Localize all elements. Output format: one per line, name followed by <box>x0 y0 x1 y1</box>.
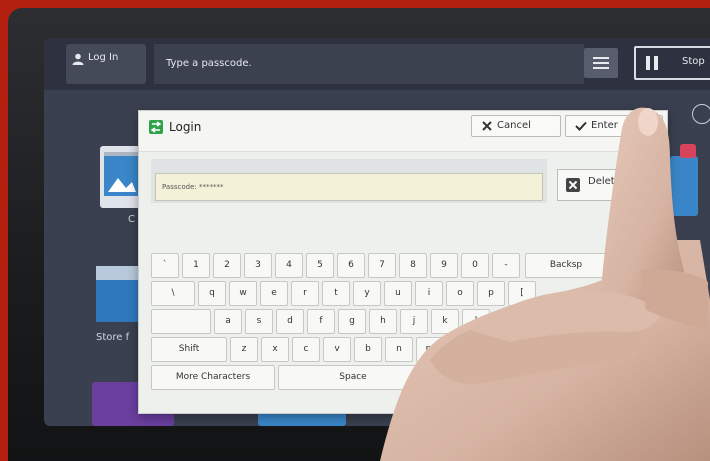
delete-text-button[interactable]: Delete T <box>557 169 667 201</box>
login-status-label: Log In <box>88 52 119 63</box>
lock-badge <box>680 144 696 158</box>
key-k[interactable]: k <box>431 309 459 334</box>
key-4[interactable]: 4 <box>275 253 303 278</box>
language-globe-icon[interactable] <box>692 104 710 124</box>
key-u[interactable]: u <box>384 281 412 306</box>
passcode-area: Passcode: ******* <box>151 159 547 203</box>
more-characters-key[interactable]: More Characters <box>151 365 275 390</box>
enter-label: Enter <box>591 120 618 131</box>
key-3[interactable]: 3 <box>244 253 272 278</box>
key-p[interactable]: p <box>477 281 505 306</box>
stop-button[interactable]: Stop <box>634 46 710 80</box>
menu-button[interactable] <box>584 48 618 78</box>
menu-icon-line <box>593 62 609 64</box>
key-f[interactable]: f <box>307 309 335 334</box>
login-status-button[interactable]: Log In <box>66 44 146 84</box>
photo-stage: Log In Type a passcode. Stop C Store f L… <box>0 0 710 461</box>
printer-panel: Log In Type a passcode. Stop C Store f L… <box>8 8 710 461</box>
key-s[interactable]: s <box>245 309 273 334</box>
key-backspace[interactable]: Backsp <box>525 253 607 278</box>
key-a[interactable]: a <box>214 309 242 334</box>
passcode-field[interactable]: Passcode: ******* <box>155 173 543 201</box>
key-shift[interactable]: Shift <box>151 337 227 362</box>
key-w[interactable]: w <box>229 281 257 306</box>
dialog-header: Login Cancel Enter <box>139 111 667 152</box>
key-9[interactable]: 9 <box>430 253 458 278</box>
pause-icon <box>646 56 660 70</box>
checkmark-icon <box>575 121 587 131</box>
key-j[interactable]: j <box>400 309 428 334</box>
key-b[interactable]: b <box>354 337 382 362</box>
key-bracket[interactable]: [ <box>508 281 536 306</box>
key-x[interactable]: x <box>261 337 289 362</box>
key-1[interactable]: 1 <box>182 253 210 278</box>
cancel-button[interactable]: Cancel <box>471 115 561 137</box>
copy-tile-label: C <box>128 214 135 225</box>
login-dialog: Login Cancel Enter Passcode: ******* Del… <box>138 110 668 414</box>
top-bar: Log In Type a passcode. Stop <box>44 38 710 90</box>
dialog-title: Login <box>169 120 202 134</box>
on-screen-keyboard: ` 1 2 3 4 5 6 7 8 9 0 - Backsp \ q w e r… <box>139 251 667 413</box>
key-7[interactable]: 7 <box>368 253 396 278</box>
key-d[interactable]: d <box>276 309 304 334</box>
key-v[interactable]: v <box>323 337 351 362</box>
key-e[interactable]: e <box>260 281 288 306</box>
user-icon <box>72 53 84 65</box>
key-8[interactable]: 8 <box>399 253 427 278</box>
close-icon <box>482 121 492 131</box>
key-t[interactable]: t <box>322 281 350 306</box>
key-c[interactable]: c <box>292 337 320 362</box>
key-0[interactable]: 0 <box>461 253 489 278</box>
menu-icon <box>593 57 609 59</box>
key-i[interactable]: i <box>415 281 443 306</box>
key-backslash[interactable]: \ <box>151 281 195 306</box>
key-n[interactable]: n <box>385 337 413 362</box>
enter-button[interactable]: Enter <box>565 115 663 137</box>
key-y[interactable]: y <box>353 281 381 306</box>
key-minus[interactable]: - <box>492 253 520 278</box>
key-m[interactable]: m <box>416 337 444 362</box>
key-6[interactable]: 6 <box>337 253 365 278</box>
key-space[interactable]: Space <box>278 365 428 390</box>
menu-icon-line <box>593 67 609 69</box>
key-5[interactable]: 5 <box>306 253 334 278</box>
right-app-tile[interactable] <box>670 156 698 216</box>
login-icon <box>149 120 163 134</box>
key-o[interactable]: o <box>446 281 474 306</box>
key-g[interactable]: g <box>338 309 366 334</box>
instruction-text: Type a passcode. <box>154 44 584 84</box>
key-z[interactable]: z <box>230 337 258 362</box>
key-backtick[interactable]: ` <box>151 253 179 278</box>
key-h[interactable]: h <box>369 309 397 334</box>
key-l[interactable]: l <box>462 309 490 334</box>
stop-label: Stop <box>682 56 705 67</box>
key-2[interactable]: 2 <box>213 253 241 278</box>
key-spacer <box>151 309 211 334</box>
store-tile-label: Store f <box>96 332 130 343</box>
key-r[interactable]: r <box>291 281 319 306</box>
cancel-label: Cancel <box>497 120 531 131</box>
delete-icon <box>566 178 580 192</box>
key-q[interactable]: q <box>198 281 226 306</box>
delete-label: Delete T <box>588 176 631 187</box>
touch-screen: Log In Type a passcode. Stop C Store f L… <box>44 38 710 426</box>
